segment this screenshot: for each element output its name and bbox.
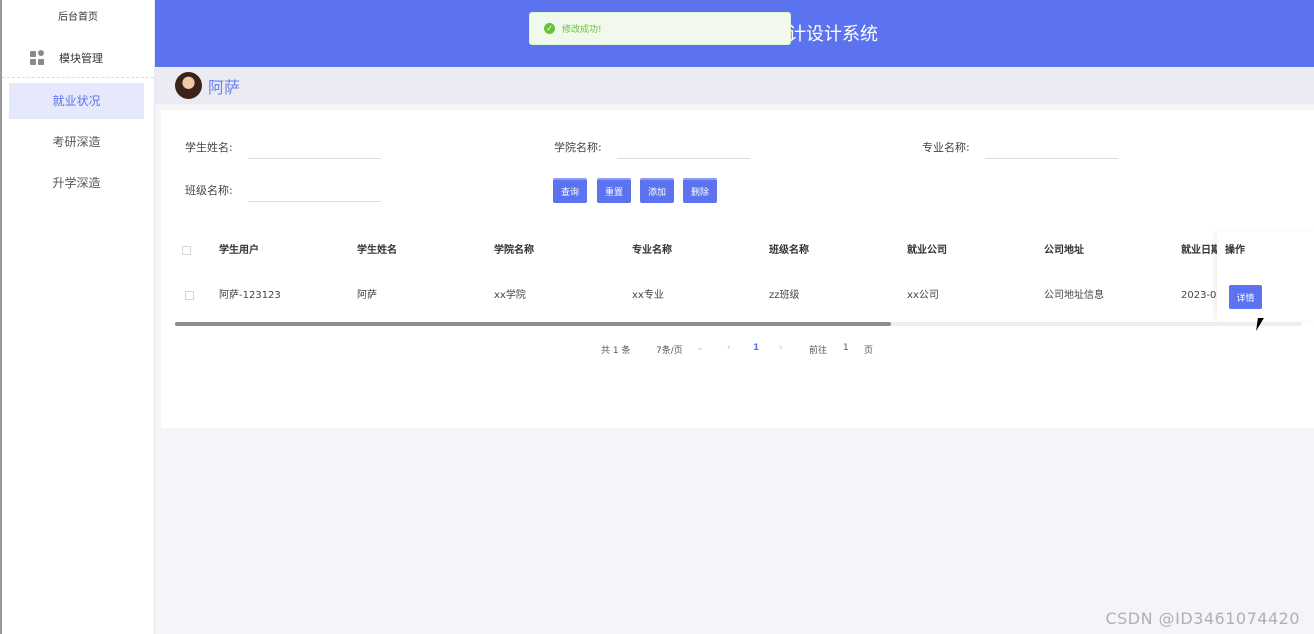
class-input[interactable]: [247, 178, 381, 202]
select-all-checkbox[interactable]: [182, 246, 191, 255]
class-filter: 班级名称:: [185, 178, 381, 202]
col-student-user: 学生用户: [219, 245, 259, 256]
action-column: 操作 详情: [1217, 231, 1314, 321]
query-button[interactable]: 查询: [553, 178, 587, 203]
cell-major: xx专业: [632, 290, 664, 301]
major-label: 专业名称:: [922, 141, 970, 154]
watermark: CSDN @ID3461074420: [1105, 609, 1300, 628]
pagination-total: 共 1 条: [601, 346, 631, 356]
sidebar-item-postgrad[interactable]: 考研深造: [9, 124, 144, 160]
toast-message: 修改成功!: [562, 25, 602, 35]
col-date: 就业日期: [1181, 245, 1221, 256]
col-college: 学院名称: [494, 245, 534, 256]
page-size-select[interactable]: 7条/页: [656, 343, 683, 356]
col-actions: 操作: [1225, 245, 1245, 256]
col-class: 班级名称: [769, 245, 809, 256]
college-input[interactable]: [616, 135, 750, 159]
cell-class: zz班级: [769, 290, 800, 301]
major-filter: 专业名称:: [922, 135, 1118, 159]
col-address: 公司地址: [1044, 245, 1084, 256]
add-button[interactable]: 添加: [640, 178, 674, 203]
main-panel: 学生姓名: 学院名称: 专业名称: 班级名称: 查询 重置 添加 删除 学生用户…: [161, 110, 1314, 428]
student-name-filter: 学生姓名:: [185, 135, 381, 159]
class-label: 班级名称:: [185, 184, 233, 197]
col-major: 专业名称: [632, 245, 672, 256]
success-toast: ✓ 修改成功!: [529, 12, 791, 45]
user-name[interactable]: 阿萨: [208, 74, 240, 98]
college-label: 学院名称:: [554, 141, 602, 154]
student-name-label: 学生姓名:: [185, 141, 233, 154]
major-input[interactable]: [984, 135, 1118, 159]
sidebar-item-further-study[interactable]: 升学深造: [9, 165, 144, 201]
cell-address: 公司地址信息: [1044, 290, 1104, 301]
page-number-current[interactable]: 1: [753, 343, 759, 353]
horizontal-scrollbar-thumb[interactable]: [175, 322, 891, 326]
page-suffix-label: 页: [864, 346, 874, 356]
module-grid-icon: [30, 49, 46, 66]
row-checkbox[interactable]: [185, 291, 194, 300]
col-company: 就业公司: [907, 245, 947, 256]
cell-student-user: 阿萨-123123: [219, 290, 281, 301]
sidebar: 后台首页 模块管理 就业状况 考研深造 升学深造: [0, 0, 155, 634]
delete-button[interactable]: 删除: [683, 178, 717, 203]
cell-student-name: 阿萨: [357, 290, 377, 301]
sidebar-home-link[interactable]: 后台首页: [2, 0, 154, 38]
sidebar-module-menu[interactable]: 模块管理: [2, 38, 154, 78]
avatar[interactable]: [175, 72, 202, 99]
check-circle-icon: ✓: [544, 23, 555, 34]
sidebar-item-employment[interactable]: 就业状况: [9, 83, 144, 119]
cell-college: xx学院: [494, 290, 526, 301]
next-page-icon[interactable]: ›: [779, 343, 783, 353]
table-row: 阿萨-123123 阿萨 xx学院 xx专业 zz班级 xx公司 公司地址信息 …: [161, 286, 1314, 306]
table-header: 学生用户 学生姓名 学院名称 专业名称 班级名称 就业公司 公司地址 就业日期: [161, 241, 1314, 261]
reset-button[interactable]: 重置: [597, 178, 631, 203]
chevron-down-icon[interactable]: ⌄: [696, 343, 704, 353]
student-name-input[interactable]: [247, 135, 381, 159]
college-filter: 学院名称:: [554, 135, 750, 159]
detail-button[interactable]: 详情: [1229, 285, 1262, 309]
col-student-name: 学生姓名: [357, 245, 397, 256]
prev-page-icon[interactable]: ‹: [727, 343, 731, 353]
goto-label: 前往: [809, 346, 828, 356]
goto-page-input[interactable]: 1: [843, 343, 849, 353]
user-bar: 阿萨: [155, 67, 1314, 104]
sidebar-module-label: 模块管理: [59, 51, 103, 65]
system-title: 计设计系统: [788, 24, 878, 45]
cell-company: xx公司: [907, 290, 939, 301]
